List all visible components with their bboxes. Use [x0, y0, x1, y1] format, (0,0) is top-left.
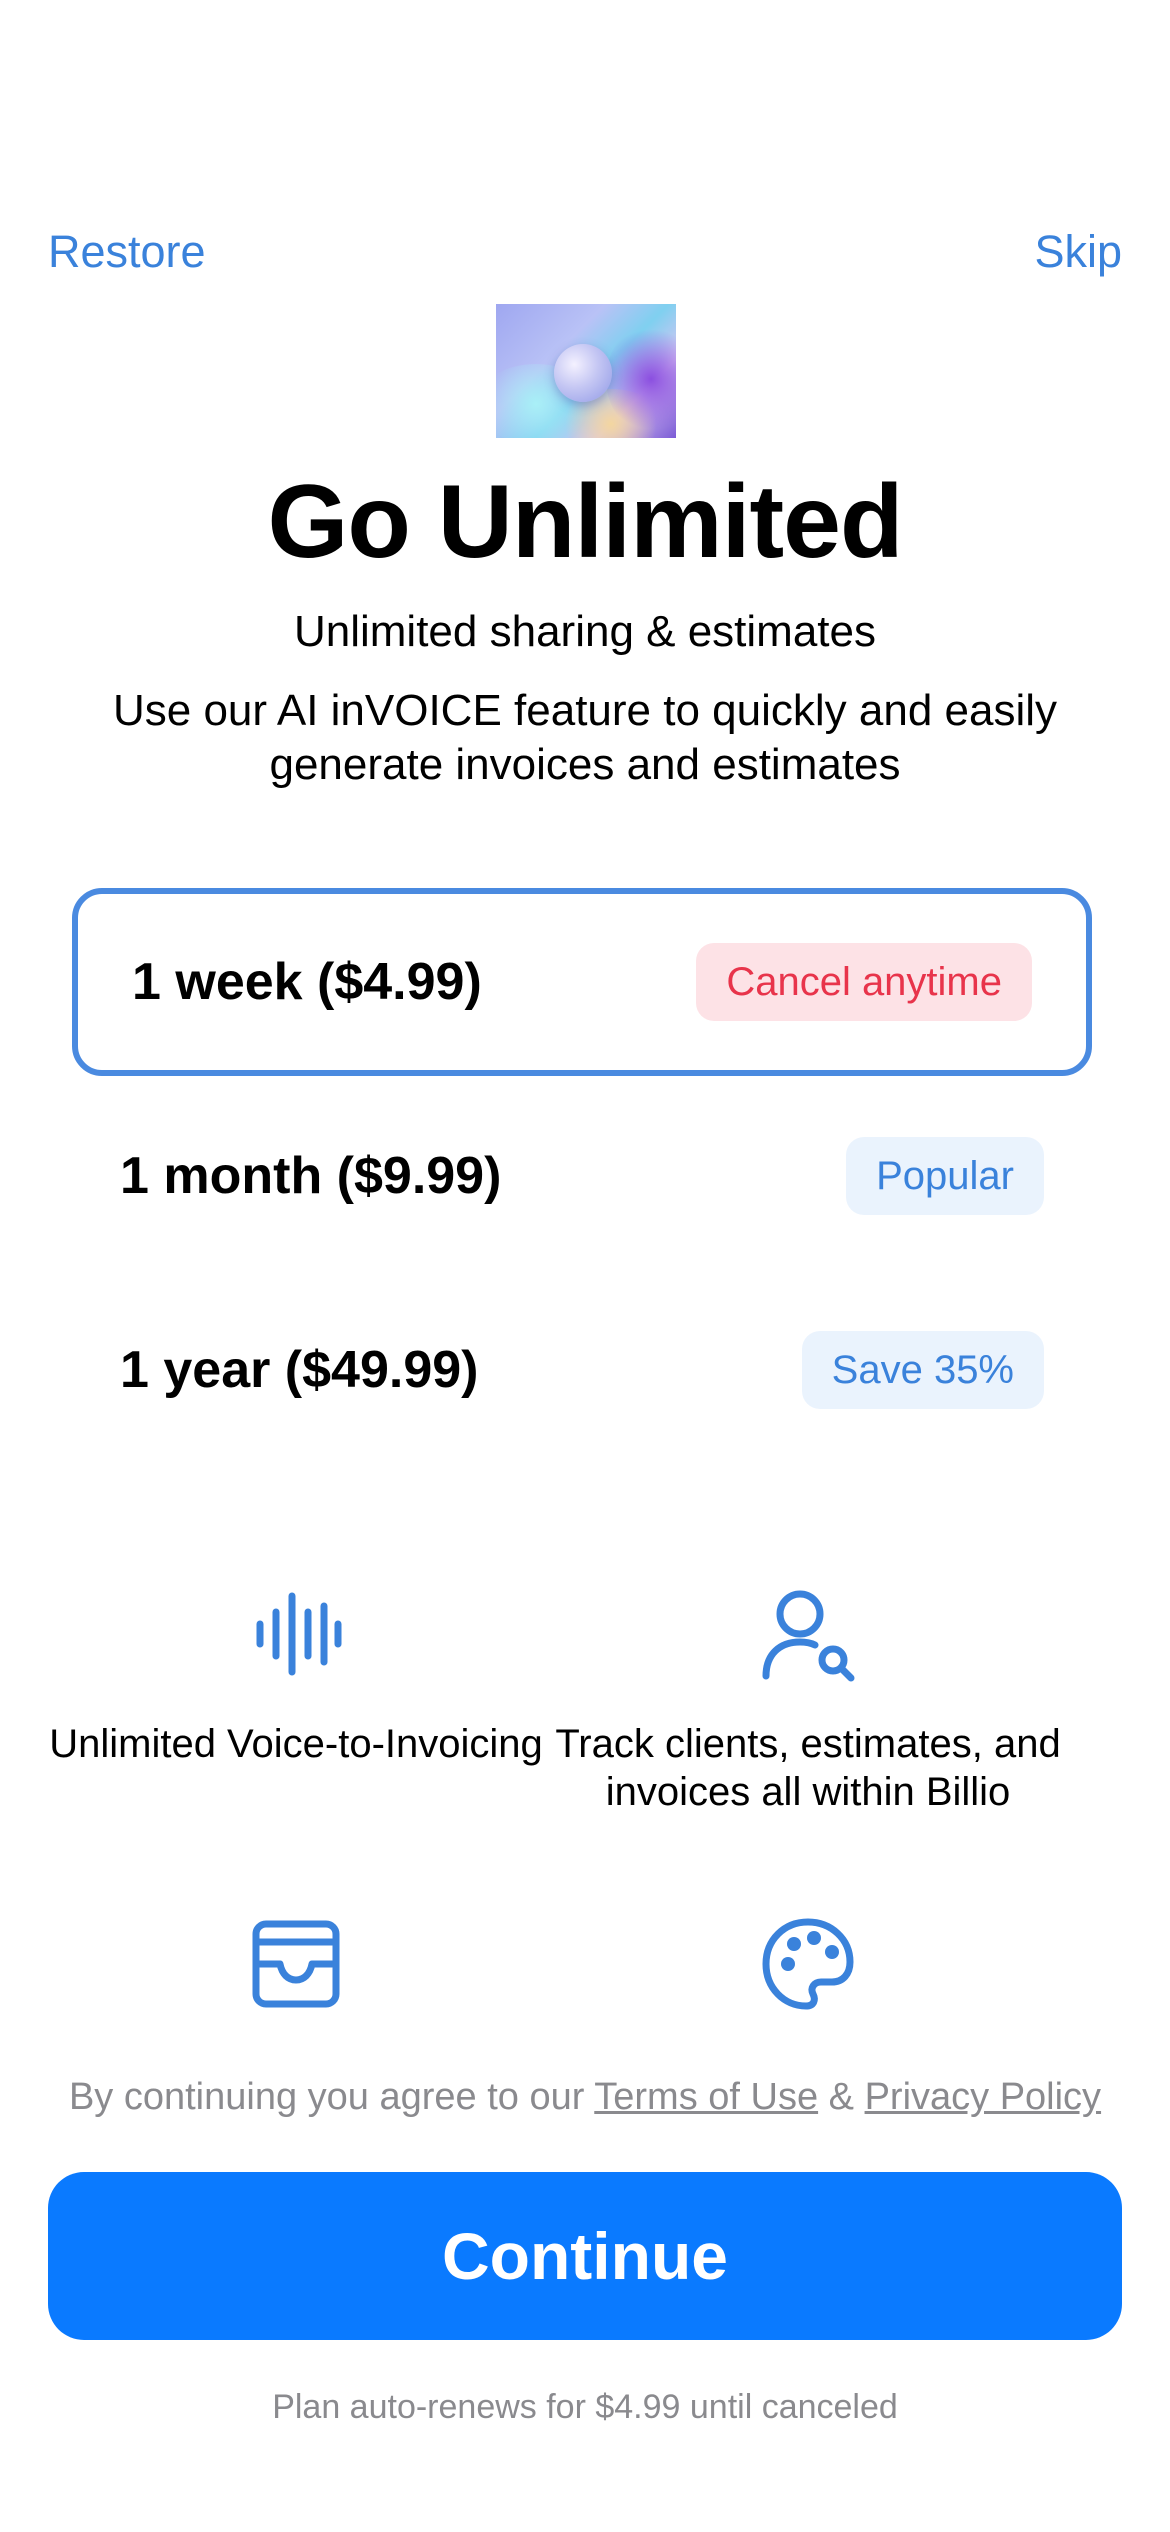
hero-image: [496, 304, 676, 438]
plan-label: 1 month ($9.99): [120, 1147, 502, 1205]
wallet-icon: [252, 1920, 340, 2008]
plan-badge: Save 35%: [801, 1331, 1044, 1409]
plan-badge: Popular: [846, 1137, 1044, 1215]
feature-description: Use our AI inVOICE feature to quickly an…: [112, 686, 1058, 789]
legal-notice: By continuing you agree to our Terms of …: [0, 2068, 1170, 2126]
feature-track-clients: Track clients, estimates, and invoices a…: [548, 1584, 1068, 1816]
plan-label: 1 year ($49.99): [120, 1341, 479, 1399]
plan-label: 1 week ($4.99): [132, 953, 482, 1011]
person-search-icon: [762, 1590, 855, 1682]
palette-icon: [762, 1918, 854, 2010]
page-subtitle: Unlimited sharing & estimates: [293, 607, 876, 656]
legal-prefix: By continuing you agree to our: [68, 2076, 595, 2118]
feature-label: Unlimited Voice-to-Invoicing: [49, 1722, 543, 1766]
waveform-icon: [256, 1592, 342, 1676]
feature-palette: [548, 1914, 1068, 2050]
plan-option-month[interactable]: 1 month ($9.99) Popular: [72, 1082, 1092, 1270]
legal-separator: &: [818, 2076, 865, 2118]
restore-button[interactable]: Restore: [48, 222, 206, 282]
plan-option-week[interactable]: 1 week ($4.99) Cancel anytime: [72, 888, 1092, 1076]
plan-badge: Cancel anytime: [696, 943, 1032, 1021]
page-title: Go Unlimited: [267, 464, 903, 580]
privacy-policy-link[interactable]: Privacy Policy: [865, 2076, 1102, 2118]
auto-renew-notice: Plan auto-renews for $4.99 until cancele…: [272, 2388, 898, 2426]
plan-option-year[interactable]: 1 year ($49.99) Save 35%: [72, 1276, 1092, 1464]
feature-voice-invoicing: Unlimited Voice-to-Invoicing: [36, 1584, 556, 1768]
skip-button[interactable]: Skip: [1034, 222, 1122, 282]
feature-wallet: [36, 1914, 556, 2050]
feature-label: Track clients, estimates, and invoices a…: [555, 1722, 1061, 1814]
continue-button[interactable]: Continue: [48, 2172, 1122, 2340]
terms-of-use-link[interactable]: Terms of Use: [594, 2076, 818, 2118]
